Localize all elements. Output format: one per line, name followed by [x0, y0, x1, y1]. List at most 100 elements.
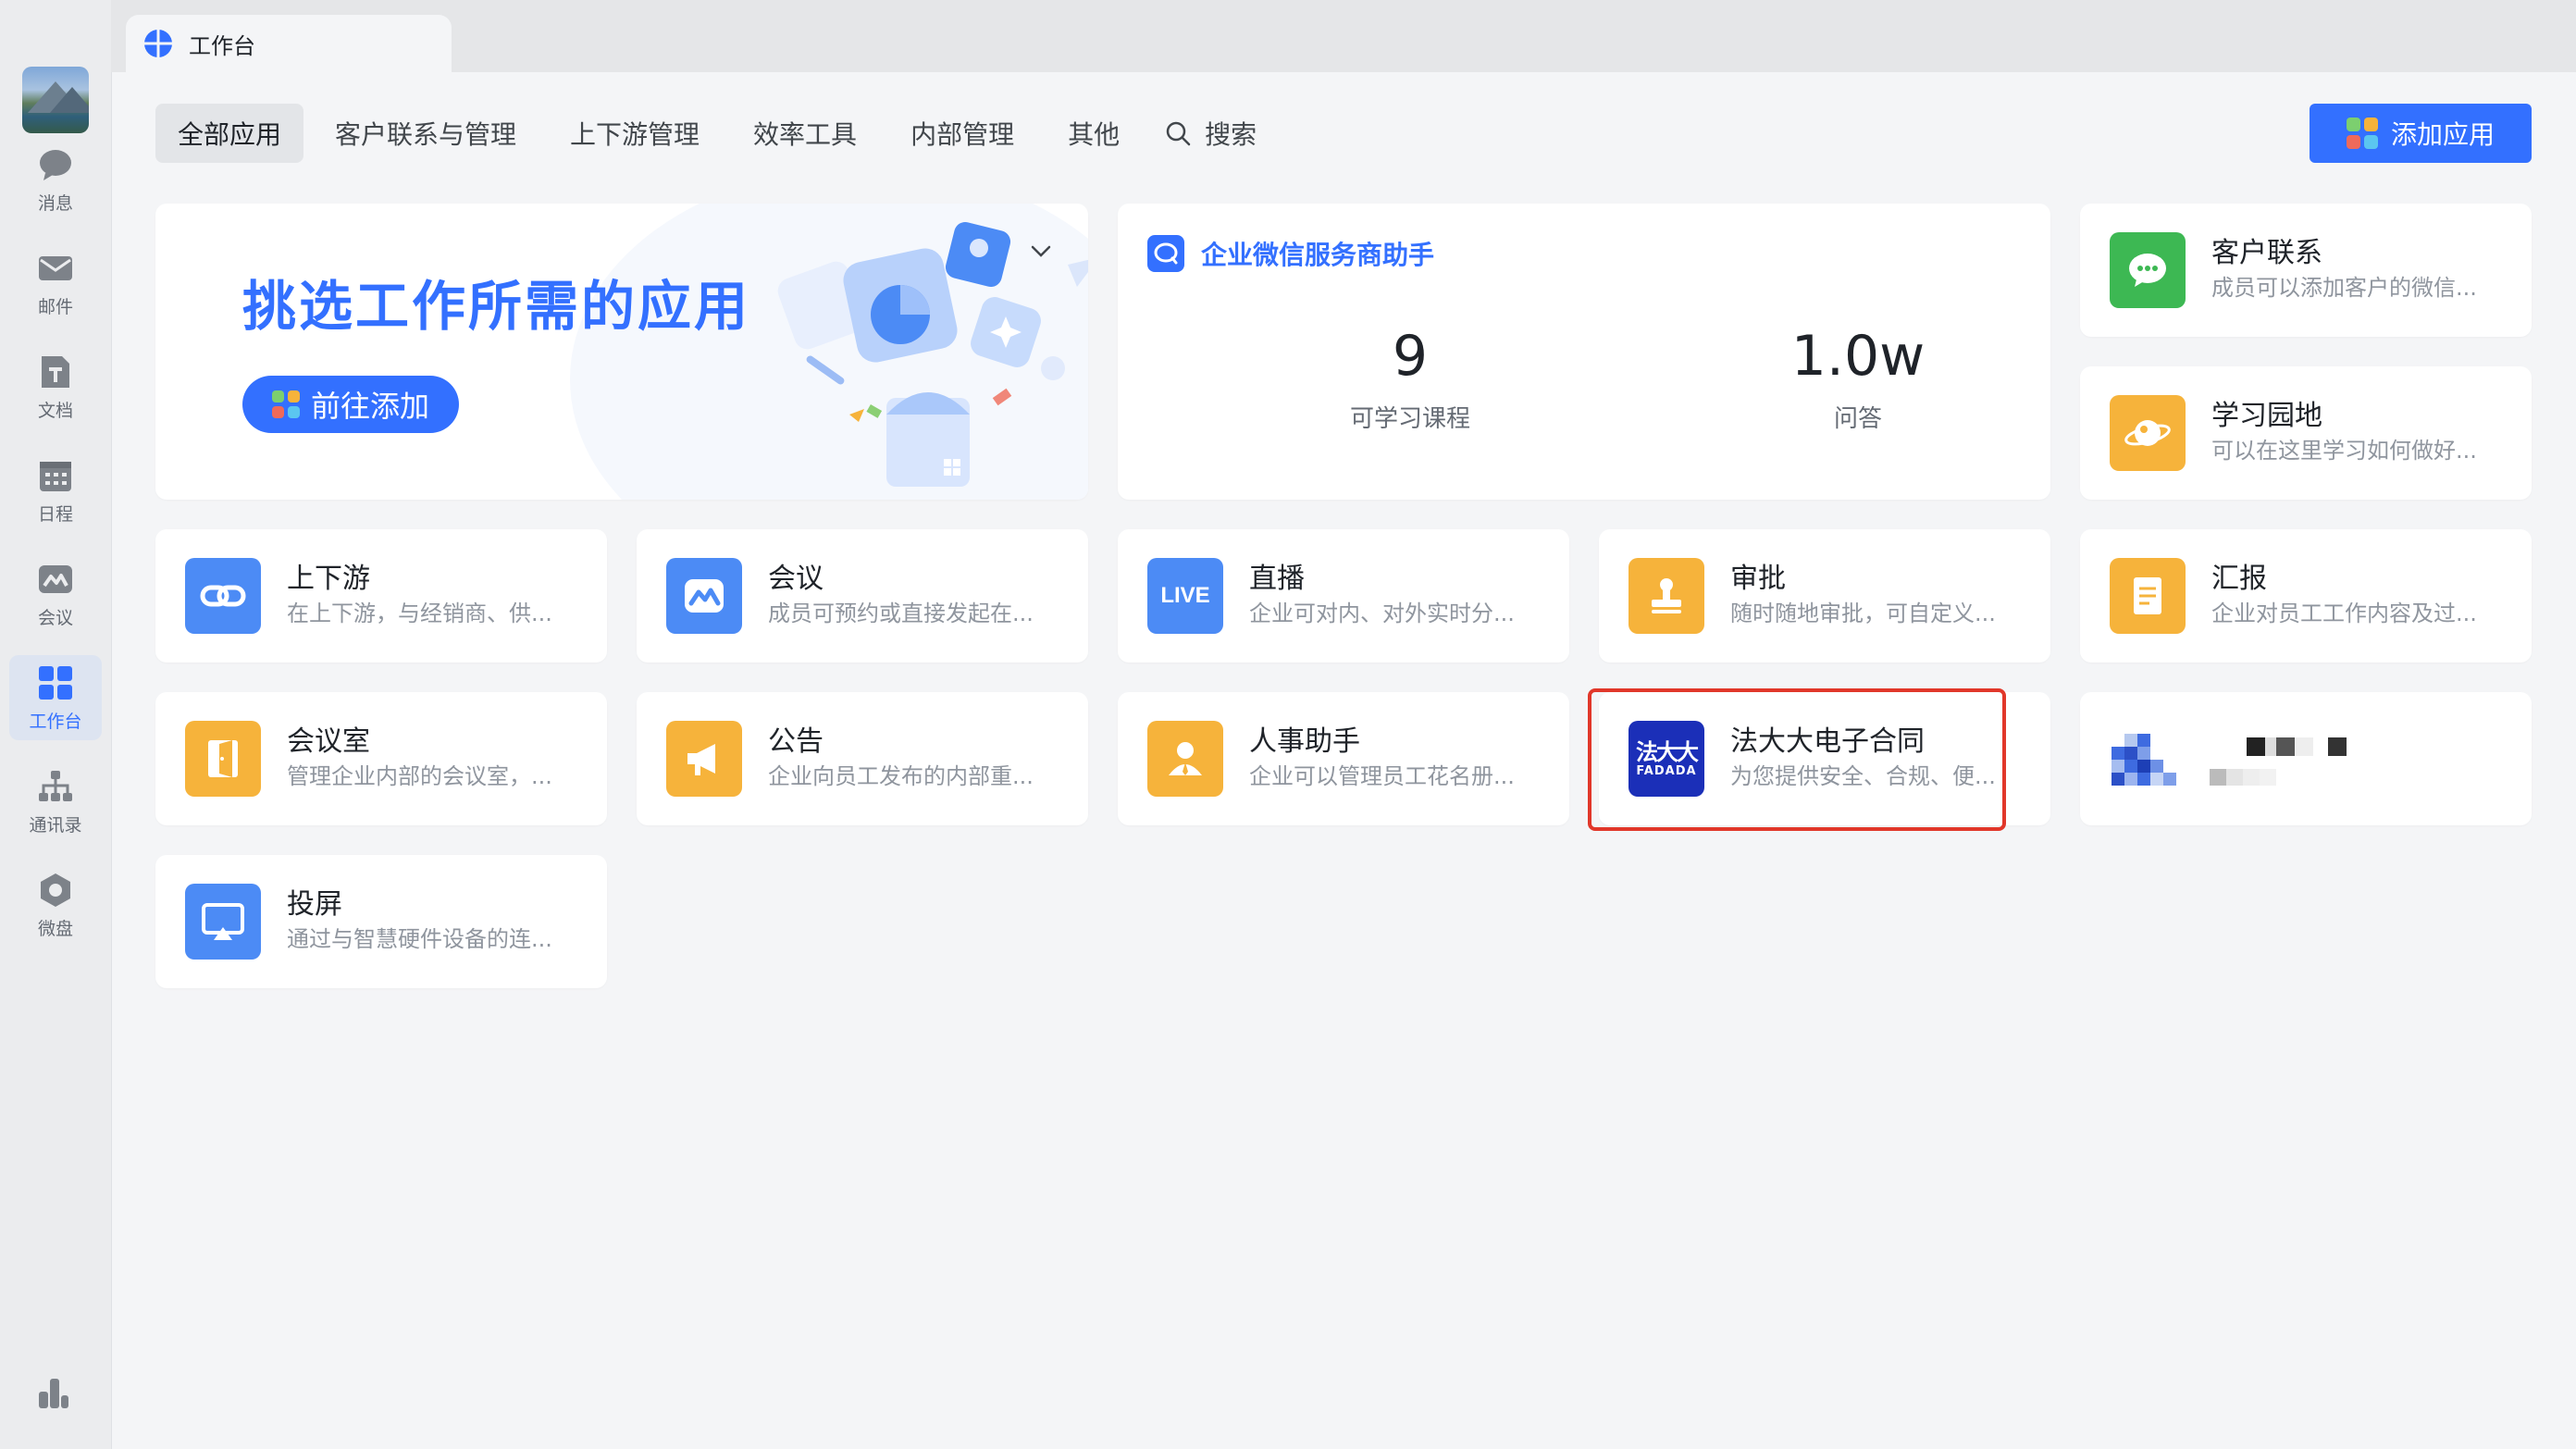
sidebar-item-label: 日程 — [37, 503, 73, 525]
app-desc: 企业可以管理员工花名册... — [1249, 763, 1515, 789]
app-obscured[interactable] — [2080, 692, 2532, 825]
app-desc: 企业向员工发布的内部重... — [768, 763, 1034, 789]
report-document-icon — [2134, 577, 2161, 614]
app-name: 上下游 — [287, 563, 370, 595]
wechat-bubble-icon — [2129, 254, 2166, 287]
app-name: 人事助手 — [1249, 725, 1360, 758]
contacts-org-icon — [39, 770, 72, 801]
app-name: 直播 — [1249, 563, 1305, 595]
app-desc: 企业对员工工作内容及过... — [2211, 601, 2477, 626]
document-icon — [42, 355, 69, 388]
user-avatar[interactable] — [22, 67, 89, 133]
search-icon — [1166, 121, 1191, 146]
sidebar-item-label: 消息 — [37, 192, 73, 214]
app-learning[interactable]: 学习园地可以在这里学习如何做好... — [2080, 366, 2532, 500]
add-app-label: 添加应用 — [2390, 119, 2495, 150]
person-icon — [1169, 742, 1202, 775]
app-name: 审批 — [1730, 563, 1786, 595]
app-meeting[interactable]: 会议 成员可预约或直接发起在... — [637, 529, 1088, 663]
sidebar-item-calendar[interactable]: 日程 — [9, 448, 102, 533]
app-icon — [1629, 558, 1704, 634]
sidebar-item-contacts[interactable]: 通讯录 — [9, 759, 102, 844]
service-helper-card[interactable]: 企业微信服务商助手 9 可学习课程 1.0w 问答 — [1118, 204, 2050, 500]
app-icon — [185, 558, 261, 634]
sidebar-item-label: 文档 — [37, 400, 73, 421]
window-tab-bar — [111, 0, 2576, 72]
app-report[interactable]: 汇报 企业对员工工作内容及过... — [2080, 529, 2532, 663]
workbench-grid-icon — [39, 665, 72, 700]
goto-add-button[interactable]: 前往添加 — [242, 376, 459, 433]
obscured-app-icon — [2112, 734, 2176, 786]
stamp-icon — [1652, 578, 1681, 613]
app-screen-cast[interactable]: 投屏 通过与智慧硬件设备的连... — [155, 855, 607, 988]
planet-icon — [2124, 420, 2171, 446]
stat-qa-value: 1.0w — [1790, 324, 1926, 389]
category-customer[interactable]: 客户联系与管理 — [313, 104, 539, 163]
stat-courses-caption: 可学习课程 — [1349, 405, 1470, 433]
app-desc: 通过与智慧硬件设备的连... — [287, 926, 552, 952]
sidebar-item-docs[interactable]: 文档 — [9, 344, 102, 429]
sidebar-item-drive[interactable]: 微盘 — [9, 862, 102, 947]
search-button[interactable]: 搜索 — [1151, 104, 1269, 163]
wecom-chat-icon — [1147, 235, 1184, 272]
screen-cast-icon — [202, 903, 244, 940]
app-name: 公告 — [768, 725, 824, 758]
category-updown[interactable]: 上下游管理 — [548, 104, 722, 163]
category-internal[interactable]: 内部管理 — [888, 104, 1036, 163]
add-app-button[interactable]: 添加应用 — [2310, 104, 2532, 163]
app-grid-icon — [271, 390, 300, 418]
sidebar-item-label: 通讯录 — [29, 814, 82, 836]
app-icon — [2110, 395, 2186, 471]
app-name: 学习园地 — [2211, 400, 2322, 432]
app-icon — [2110, 232, 2186, 308]
category-all[interactable]: 全部应用 — [155, 104, 304, 163]
app-updown[interactable]: 上下游在上下游，与经销商、供... — [155, 529, 607, 663]
meeting-icon — [39, 564, 72, 593]
app-desc: 可以在这里学习如何做好... — [2211, 438, 2477, 464]
sidebar-item-label: 微盘 — [37, 918, 73, 939]
sidebar-item-meeting[interactable]: 会议 — [9, 551, 102, 637]
app-icon — [185, 884, 261, 960]
category-efficiency[interactable]: 效率工具 — [731, 104, 879, 163]
workbench-logo-icon — [144, 30, 172, 57]
stat-qa: 1.0w 问答 — [1719, 324, 1997, 434]
chevron-down-icon[interactable] — [1029, 239, 1053, 263]
calendar-icon — [40, 461, 71, 491]
app-icon — [666, 558, 742, 634]
app-desc: 随时随地审批，可自定义... — [1730, 601, 1996, 626]
left-sidebar: 消息 邮件 文档 日程 会议 工作台 通讯录 微盘 — [0, 0, 112, 1449]
tab-workbench[interactable]: 工作台 — [126, 15, 452, 72]
app-customer-contact[interactable]: 客户联系 成员可以添加客户的微信... — [2080, 204, 2532, 337]
sidebar-item-mail[interactable]: 邮件 — [9, 241, 102, 326]
stat-courses: 9 可学习课程 — [1271, 324, 1549, 434]
megaphone-icon — [687, 744, 715, 775]
app-icon — [1147, 721, 1223, 797]
meeting-icon — [685, 579, 724, 613]
app-icon — [185, 721, 261, 797]
goto-add-label: 前往添加 — [310, 389, 429, 424]
app-approval[interactable]: 审批随时随地审批，可自定义... — [1599, 529, 2050, 663]
app-desc: 在上下游，与经销商、供... — [287, 601, 552, 626]
category-tabs: 全部应用 客户联系与管理 上下游管理 效率工具 内部管理 其他 搜索 — [155, 104, 1269, 163]
message-bubble-icon — [40, 149, 71, 180]
live-icon: LIVE — [1160, 583, 1210, 608]
app-desc: 成员可预约或直接发起在... — [768, 601, 1034, 626]
app-name: 会议室 — [287, 725, 370, 758]
sidebar-item-workbench[interactable]: 工作台 — [9, 655, 102, 740]
app-desc: 成员可以添加客户的微信... — [2211, 275, 2477, 301]
more-options-icon[interactable] — [35, 1375, 72, 1412]
app-icon — [666, 721, 742, 797]
door-icon — [208, 740, 238, 777]
tab-title: 工作台 — [189, 32, 255, 59]
app-meeting-room[interactable]: 会议室管理企业内部的会议室，... — [155, 692, 607, 825]
app-notice[interactable]: 公告企业向员工发布的内部重... — [637, 692, 1088, 825]
category-other[interactable]: 其他 — [1046, 104, 1142, 163]
obscured-app-text — [2210, 737, 2347, 786]
app-hr-assistant[interactable]: 人事助手企业可以管理员工花名册... — [1118, 692, 1569, 825]
sidebar-item-messages[interactable]: 消息 — [9, 137, 102, 222]
mail-envelope-icon — [39, 255, 72, 280]
drive-icon — [41, 873, 70, 907]
app-live[interactable]: LIVE 直播 企业可对内、对外实时分... — [1118, 529, 1569, 663]
app-desc: 管理企业内部的会议室，... — [287, 763, 552, 789]
app-icon: LIVE — [1147, 558, 1223, 634]
